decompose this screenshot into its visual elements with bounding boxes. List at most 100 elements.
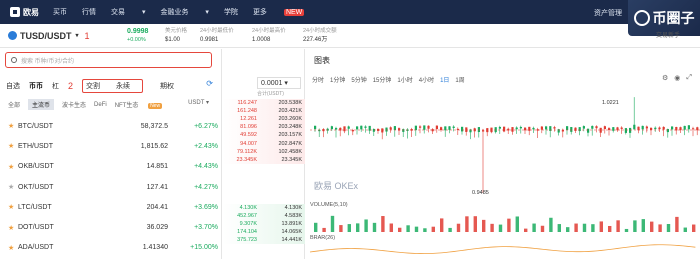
- quote-currency-select[interactable]: USDT ▾: [188, 99, 209, 106]
- table-row[interactable]: ★ LTC/USDT 204.41 +3.69%: [0, 197, 222, 217]
- candle: [519, 126, 522, 129]
- ask-row[interactable]: 81.096 203.248K: [223, 123, 305, 132]
- tab-margin[interactable]: 杠: [52, 81, 59, 91]
- ask-row[interactable]: 79.112K 102.458K: [223, 147, 305, 156]
- logo[interactable]: 欧易: [10, 7, 39, 18]
- star-icon[interactable]: ★: [8, 244, 18, 252]
- ask-row[interactable]: 116.247 203.538K: [223, 99, 305, 108]
- volume-bar: [364, 219, 368, 232]
- last-price: 0.9998 +0.00%: [127, 27, 148, 45]
- search-input[interactable]: 搜索 币种/币对/合约: [5, 52, 212, 68]
- bid-total: 14.441K: [281, 237, 303, 244]
- candle: [608, 128, 611, 131]
- star-icon[interactable]: ★: [8, 163, 18, 171]
- ask-row[interactable]: 94.007 202.847K: [223, 139, 305, 148]
- ask-row[interactable]: 161.248 203.421K: [223, 107, 305, 116]
- precision-select[interactable]: 0.0001 ▾: [257, 77, 301, 89]
- tab-futures[interactable]: 交割: [86, 81, 100, 91]
- bid-row[interactable]: 9.307K 13.891K: [223, 220, 305, 229]
- candle: [692, 128, 695, 130]
- nav-markets[interactable]: 行情: [82, 7, 96, 17]
- candle: [620, 127, 623, 129]
- volume-bar: [339, 225, 343, 232]
- volume-bar: [398, 227, 402, 232]
- ask-row[interactable]: 49.592 203.157K: [223, 131, 305, 140]
- search-icon: [11, 57, 17, 63]
- table-row[interactable]: ★ OKB/USDT 14.851 +4.43%: [0, 157, 222, 177]
- volume-bar: [356, 223, 360, 232]
- table-row[interactable]: ★ OKT/USDT 127.41 +4.27%: [0, 177, 222, 197]
- category-mainstream[interactable]: 主流币: [28, 99, 55, 110]
- category-defi[interactable]: DeFi: [94, 102, 107, 108]
- beginner-help-link[interactable]: 交易新手: [656, 30, 680, 39]
- bid-row[interactable]: 452.967 4.583K: [223, 212, 305, 221]
- volume-bar: [683, 227, 687, 232]
- category-polkadot[interactable]: 波卡生态: [62, 100, 86, 109]
- bid-row[interactable]: 174.104 14.065K: [223, 228, 305, 237]
- table-row[interactable]: ★ BTC/USDT 58,372.5 +6.27%: [0, 116, 222, 136]
- ask-total: 23.345K: [281, 156, 303, 163]
- row-pair: BTC/USDT: [18, 122, 53, 130]
- pair-selector[interactable]: TUSD/USDT ▾: [8, 31, 79, 41]
- star-icon[interactable]: ★: [8, 122, 18, 130]
- table-row[interactable]: ★ ADA/USDT 1.41340 +15.00%: [0, 238, 222, 258]
- nav-academy[interactable]: 学院: [224, 7, 238, 17]
- tab-spot[interactable]: 币币: [29, 81, 43, 91]
- star-icon[interactable]: ★: [8, 224, 18, 232]
- main-nav: 买币 行情 交易 ▾ 金融业务 ▾ 学院 更多 NEW: [53, 7, 334, 17]
- tab-perpetual[interactable]: 永续: [116, 81, 130, 91]
- candle: [452, 126, 455, 128]
- candle: [427, 125, 430, 129]
- volume-bar: [372, 222, 377, 232]
- low-label: 0.9485: [472, 190, 489, 196]
- star-outline-icon[interactable]: ★: [8, 183, 18, 191]
- tab-options[interactable]: 期权: [160, 81, 174, 91]
- candle: [683, 125, 686, 130]
- star-icon[interactable]: ★: [8, 142, 18, 150]
- volume-bar: [650, 221, 654, 232]
- nav-buy[interactable]: 买币: [53, 7, 67, 17]
- ask-total: 203.538K: [278, 100, 302, 107]
- nav-trade-label: 交易: [111, 9, 125, 16]
- candle: [356, 126, 359, 130]
- volume-bar: [473, 216, 477, 232]
- row-last: 58,372.5: [140, 122, 168, 130]
- top-nav-bar: 欧易 买币 行情 交易 ▾ 金融业务 ▾ 学院 更多 NEW 资产管理 币圈子: [0, 0, 700, 36]
- table-row[interactable]: ★ ETH/USDT 1,815.62 +2.43%: [0, 136, 222, 156]
- candlestick-chart[interactable]: [306, 49, 700, 259]
- ask-row[interactable]: 23.345K 23.345K: [223, 155, 305, 164]
- candle: [515, 127, 518, 130]
- stat-label: 24小时最高价: [252, 28, 286, 34]
- category-nft[interactable]: NFT生态 New: [115, 100, 170, 109]
- candle: [419, 126, 422, 128]
- volume-bar: [314, 222, 318, 232]
- nav-finance[interactable]: 金融业务 ▾: [160, 7, 208, 17]
- asset-management-link[interactable]: 资产管理: [594, 8, 622, 18]
- bid-row[interactable]: 4.130K 4.130K: [223, 204, 305, 213]
- stat-24h-volume: 24小时成交额 227.46万: [303, 27, 337, 45]
- pair-label: TUSD/USDT: [20, 30, 72, 41]
- row-change: +3.69%: [194, 203, 218, 211]
- row-last: 36.029: [146, 224, 168, 232]
- candle: [629, 127, 632, 133]
- refresh-icon[interactable]: ⟳: [206, 79, 213, 88]
- volume-bar: [540, 225, 545, 232]
- ask-row[interactable]: 12.261 203.260K: [223, 115, 305, 124]
- candle: [360, 125, 363, 130]
- category-all[interactable]: 全部: [8, 100, 20, 109]
- precision-value: 0.0001: [261, 80, 283, 87]
- tab-favorites[interactable]: 自选: [6, 81, 20, 91]
- ask-total: 102.458K: [278, 148, 302, 155]
- volume-bar: [658, 224, 662, 232]
- candle: [532, 127, 535, 130]
- candle: [414, 125, 417, 131]
- market-list-panel: 搜索 币种/币对/合约 自选 币币 杠 2 交割 永续 期权 ⟳ 全部 主流币 …: [0, 49, 222, 259]
- table-row[interactable]: ★ DOT/USDT 36.029 +3.70%: [0, 217, 222, 237]
- bid-row[interactable]: 375.723 14.441K: [223, 236, 305, 245]
- quote-currency-label: USDT: [188, 100, 205, 106]
- nav-more[interactable]: 更多 NEW: [253, 7, 319, 17]
- nav-trade[interactable]: 交易 ▾: [111, 7, 145, 17]
- star-icon[interactable]: ★: [8, 203, 18, 211]
- candle: [553, 127, 556, 129]
- stat-value: $1.00: [165, 37, 181, 43]
